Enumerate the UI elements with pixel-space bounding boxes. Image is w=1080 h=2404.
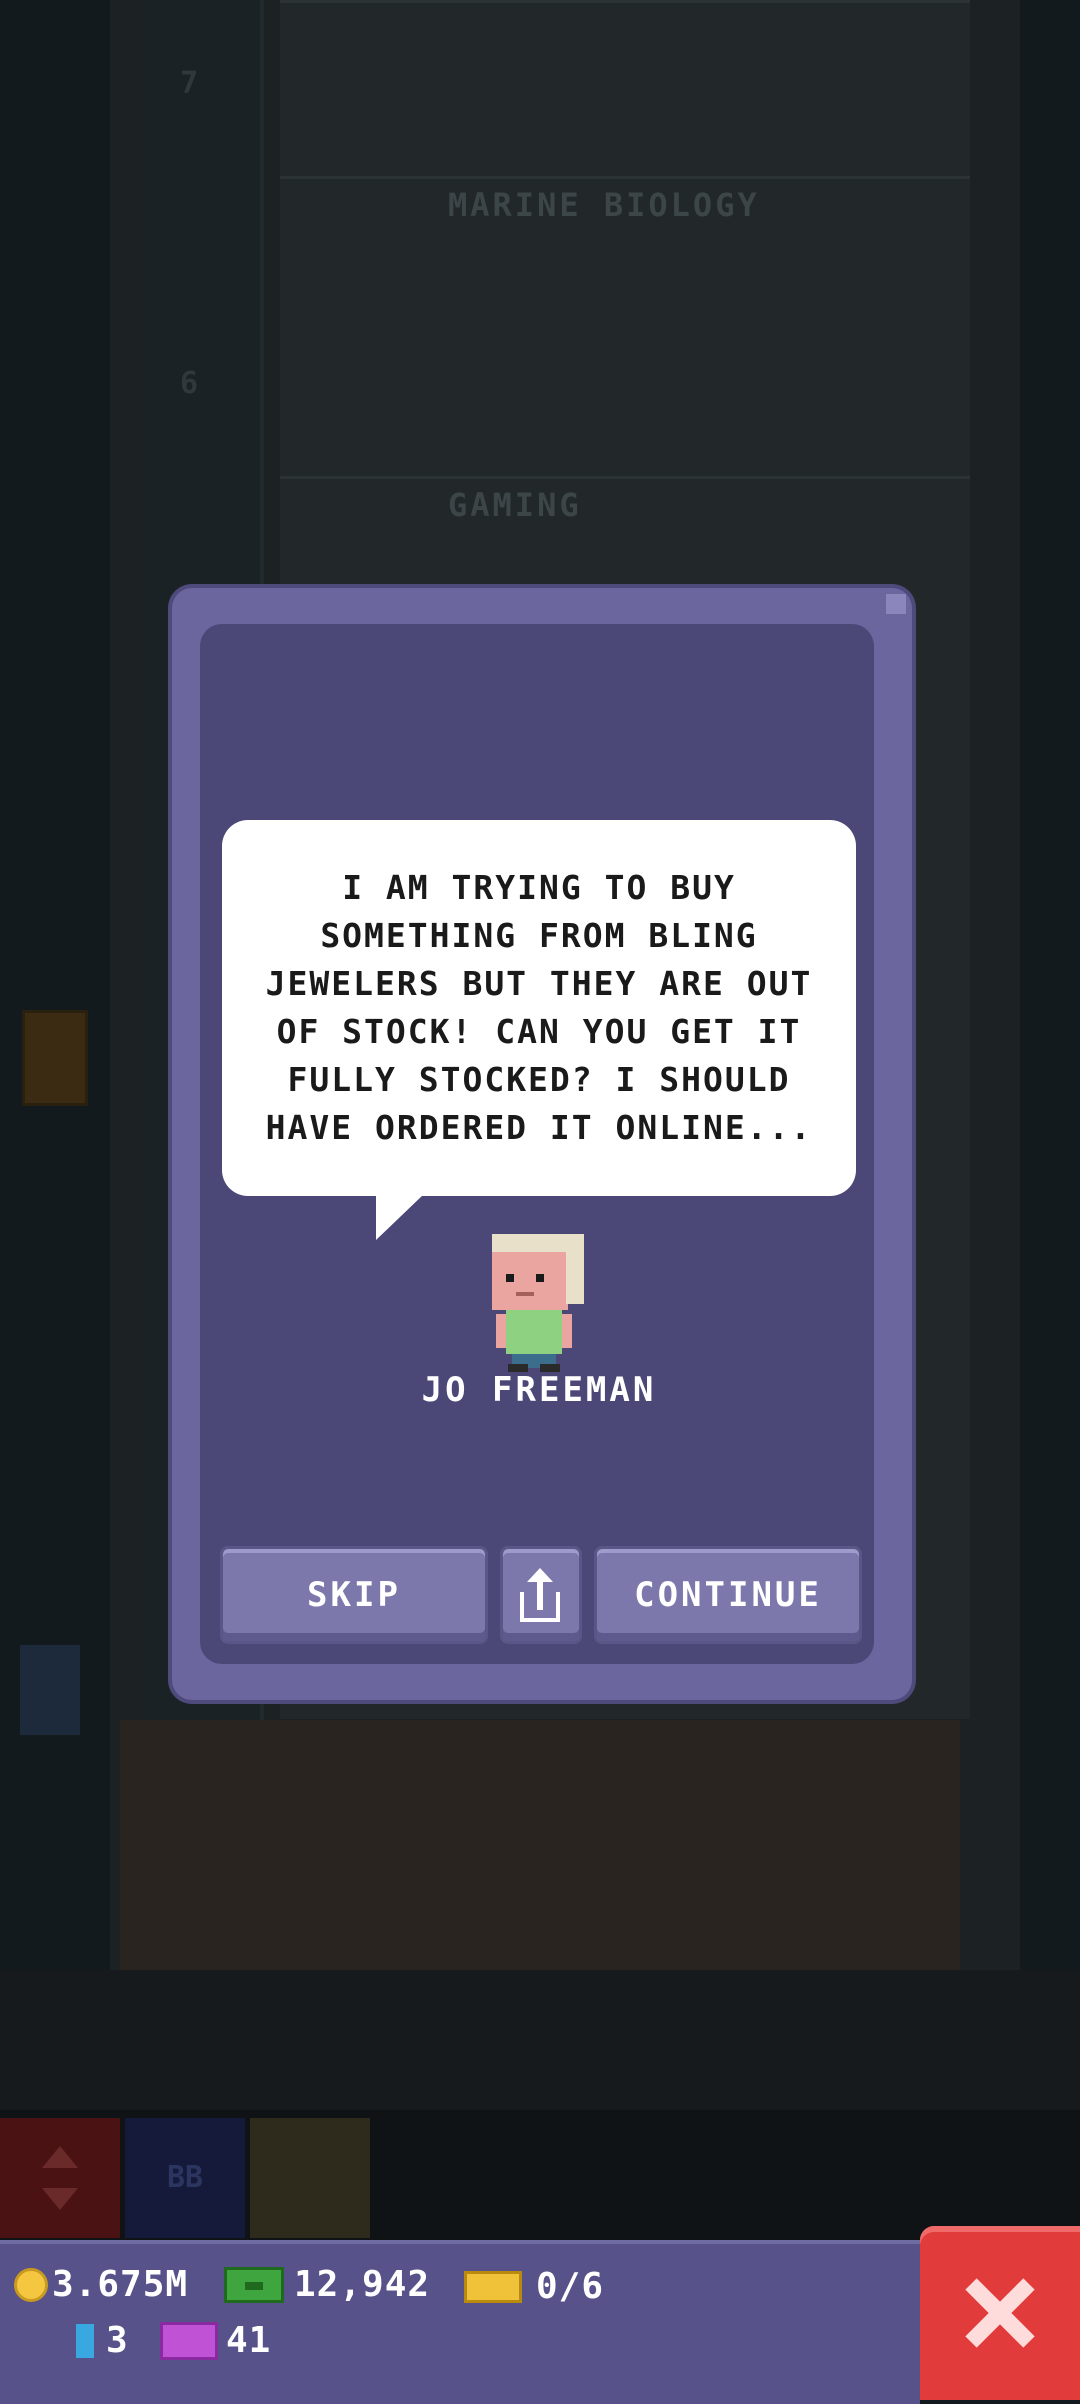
floor-number: 7 [180,66,199,101]
avatar-arm [496,1314,506,1348]
bitbook-button[interactable]: BB [125,2118,245,2238]
menu-button[interactable] [250,2118,370,2238]
vip-counter: 41 [160,2320,271,2361]
avatar-hair-side [566,1252,584,1304]
continue-button[interactable]: CONTINUE [594,1546,862,1644]
lobby [120,1720,960,1970]
speech-bubble-tail [376,1194,424,1240]
skip-button-label: SKIP [307,1575,401,1615]
blueprints-counter: 3 [76,2320,129,2361]
speech-bubble: I AM TRYING TO BUY SOMETHING FROM BLING … [222,820,856,1196]
avatar-eye [506,1274,514,1282]
bux-counter: 12,942 [224,2264,430,2305]
bux-value: 12,942 [294,2264,431,2305]
continue-button-label: CONTINUE [634,1575,822,1615]
vip-icon [160,2321,218,2360]
ticket-icon [464,2270,522,2303]
elevator-arrows-button[interactable] [0,2118,120,2238]
resource-bar: 3.675M 12,942 0/6 3 41 [0,2240,920,2404]
blueprints-value: 3 [106,2320,129,2361]
avatar-arm [562,1314,572,1348]
avatar-eye [536,1274,544,1282]
coins-value: 3.675M [52,2264,189,2305]
blueprint-icon [76,2323,94,2358]
share-icon [518,1568,564,1622]
arrow-up-icon [42,2146,78,2168]
blue-sign [20,1645,80,1735]
floor-sign-gaming: GAMING [448,486,582,524]
vip-value: 41 [226,2320,272,2361]
skip-button[interactable]: SKIP [220,1546,488,1644]
tickets-counter: 0/6 [464,2266,604,2307]
arrow-down-icon [42,2188,78,2210]
tower-bux-icon [224,2266,284,2303]
avatar-face [492,1252,568,1310]
floor-top [280,0,970,179]
avatar-mouth [516,1292,534,1296]
street [0,1970,1080,2110]
fries-sign [22,1010,88,1106]
share-button[interactable] [500,1546,582,1644]
character-avatar [488,1234,588,1372]
floor-sign-marine-biology: MARINE BIOLOGY [448,186,760,224]
close-button[interactable] [920,2226,1080,2400]
avatar-shirt [506,1310,562,1354]
close-icon [965,2278,1035,2348]
coin-icon [14,2267,48,2302]
coins-counter: 3.675M [14,2264,188,2305]
mission-message: I AM TRYING TO BUY SOMETHING FROM BLING … [265,868,813,1147]
character-name: JO FREEMAN [421,1370,657,1410]
tickets-value: 0/6 [536,2266,605,2307]
floor-number: 6 [180,366,199,401]
